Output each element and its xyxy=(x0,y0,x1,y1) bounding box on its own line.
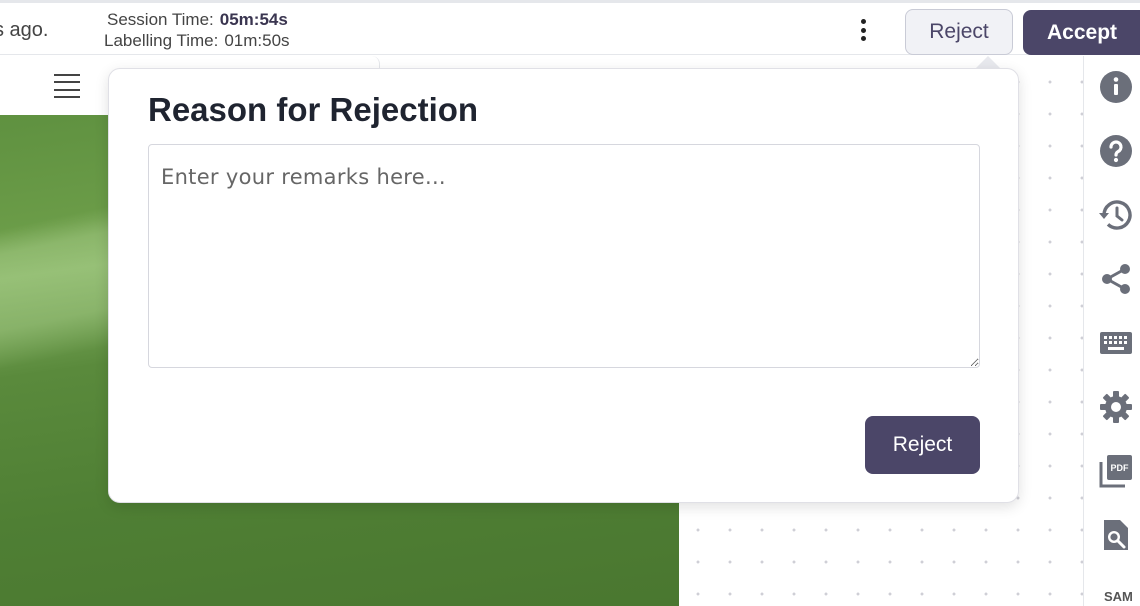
session-time-label: Session Time: xyxy=(107,10,214,29)
sam-label[interactable]: SAM xyxy=(1104,589,1133,604)
popover-title: Reason for Rejection xyxy=(148,91,479,128)
history-icon[interactable] xyxy=(1099,198,1133,232)
labelling-time-value: 01m:50s xyxy=(224,31,290,50)
accept-button[interactable]: Accept xyxy=(1023,10,1140,55)
reject-button[interactable]: Reject xyxy=(905,9,1013,55)
popover-arrow xyxy=(976,56,1000,68)
keyboard-icon[interactable] xyxy=(1099,326,1133,360)
pdf-icon[interactable]: PDF xyxy=(1099,454,1133,488)
rejection-popover: Reason for Rejection Reject xyxy=(108,68,1019,503)
remarks-input[interactable] xyxy=(148,144,980,368)
info-icon[interactable] xyxy=(1099,70,1133,104)
help-icon[interactable] xyxy=(1099,134,1133,168)
labeling-workspace: s ago. Session Time: 05m:54s Labelling Ti… xyxy=(0,0,1140,606)
right-sidebar: PDF SAM xyxy=(1083,56,1140,606)
menu-icon[interactable] xyxy=(54,74,80,98)
timers: Session Time: 05m:54s Labelling Time: 01m:… xyxy=(104,9,290,51)
settings-icon[interactable] xyxy=(1099,390,1133,424)
document-search-icon[interactable] xyxy=(1099,518,1133,552)
top-bar: s ago. Session Time: 05m:54s Labelling Ti… xyxy=(0,0,1140,55)
svg-text:PDF: PDF xyxy=(1111,463,1130,473)
more-options-icon[interactable] xyxy=(852,17,874,43)
labelling-time-label: Labelling Time: xyxy=(104,31,219,50)
share-icon[interactable] xyxy=(1099,262,1133,296)
saved-ago-text: s ago. xyxy=(0,19,49,41)
confirm-reject-button[interactable]: Reject xyxy=(865,416,980,474)
session-time-value: 05m:54s xyxy=(219,10,288,29)
